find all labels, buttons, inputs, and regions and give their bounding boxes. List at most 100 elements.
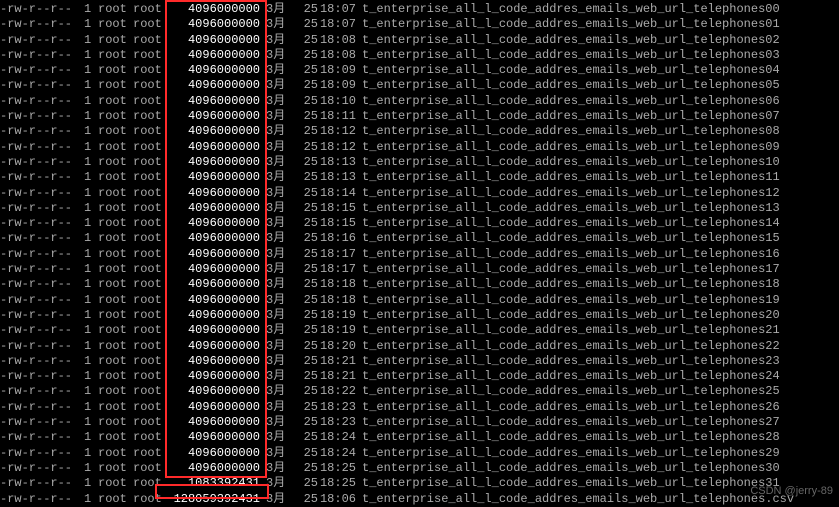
col-filename: t_enterprise_all_l_code_addres_emails_we… xyxy=(362,109,780,124)
col-filename: t_enterprise_all_l_code_addres_emails_we… xyxy=(362,2,780,17)
file-row: -rw-r--r--1rootroot40960000003月2518:17t_… xyxy=(0,247,839,262)
col-size: 1083392431 xyxy=(168,476,266,491)
file-row: -rw-r--r--1rootroot40960000003月2518:08t_… xyxy=(0,48,839,63)
col-permissions: -rw-r--r-- xyxy=(0,446,84,461)
file-row: -rw-r--r--1rootroot40960000003月2518:14t_… xyxy=(0,186,839,201)
col-links: 1 xyxy=(84,17,98,32)
col-links: 1 xyxy=(84,400,98,415)
col-group: root xyxy=(133,17,168,32)
col-owner: root xyxy=(98,2,133,17)
file-row: -rw-r--r--1rootroot40960000003月2518:13t_… xyxy=(0,155,839,170)
col-time: 18:23 xyxy=(318,415,362,430)
col-links: 1 xyxy=(84,140,98,155)
col-size: 4096000000 xyxy=(168,461,266,476)
col-time: 18:21 xyxy=(318,369,362,384)
col-permissions: -rw-r--r-- xyxy=(0,308,84,323)
col-month: 3月 xyxy=(266,323,292,338)
col-group: root xyxy=(133,201,168,216)
col-links: 1 xyxy=(84,354,98,369)
col-day: 25 xyxy=(292,461,318,476)
col-filename: t_enterprise_all_l_code_addres_emails_we… xyxy=(362,415,780,430)
col-month: 3月 xyxy=(266,17,292,32)
col-size: 4096000000 xyxy=(168,339,266,354)
col-month: 3月 xyxy=(266,430,292,445)
col-links: 1 xyxy=(84,124,98,139)
col-day: 25 xyxy=(292,2,318,17)
col-size: 4096000000 xyxy=(168,216,266,231)
col-links: 1 xyxy=(84,323,98,338)
col-time: 18:25 xyxy=(318,476,362,491)
col-permissions: -rw-r--r-- xyxy=(0,247,84,262)
col-time: 18:15 xyxy=(318,201,362,216)
col-month: 3月 xyxy=(266,400,292,415)
col-owner: root xyxy=(98,384,133,399)
col-time: 18:15 xyxy=(318,216,362,231)
col-day: 25 xyxy=(292,124,318,139)
col-day: 25 xyxy=(292,33,318,48)
col-group: root xyxy=(133,216,168,231)
file-row: -rw-r--r--1rootroot40960000003月2518:15t_… xyxy=(0,201,839,216)
col-filename: t_enterprise_all_l_code_addres_emails_we… xyxy=(362,293,780,308)
col-size: 4096000000 xyxy=(168,2,266,17)
col-owner: root xyxy=(98,17,133,32)
col-links: 1 xyxy=(84,109,98,124)
col-filename: t_enterprise_all_l_code_addres_emails_we… xyxy=(362,262,780,277)
col-owner: root xyxy=(98,369,133,384)
col-month: 3月 xyxy=(266,94,292,109)
col-month: 3月 xyxy=(266,231,292,246)
col-filename: t_enterprise_all_l_code_addres_emails_we… xyxy=(362,247,780,262)
col-size: 4096000000 xyxy=(168,430,266,445)
col-group: root xyxy=(133,186,168,201)
file-row: -rw-r--r--1rootroot40960000003月2518:08t_… xyxy=(0,33,839,48)
col-size: 4096000000 xyxy=(168,262,266,277)
col-permissions: -rw-r--r-- xyxy=(0,140,84,155)
col-owner: root xyxy=(98,400,133,415)
col-filename: t_enterprise_all_l_code_addres_emails_we… xyxy=(362,33,780,48)
file-row: -rw-r--r--1rootroot40960000003月2518:07t_… xyxy=(0,2,839,17)
col-links: 1 xyxy=(84,430,98,445)
col-links: 1 xyxy=(84,63,98,78)
col-month: 3月 xyxy=(266,277,292,292)
col-owner: root xyxy=(98,78,133,93)
col-day: 25 xyxy=(292,415,318,430)
col-permissions: -rw-r--r-- xyxy=(0,155,84,170)
col-size: 4096000000 xyxy=(168,293,266,308)
col-month: 3月 xyxy=(266,78,292,93)
file-row: -rw-r--r--1rootroot40960000003月2518:10t_… xyxy=(0,94,839,109)
col-permissions: -rw-r--r-- xyxy=(0,354,84,369)
col-day: 25 xyxy=(292,186,318,201)
col-size: 4096000000 xyxy=(168,308,266,323)
col-permissions: -rw-r--r-- xyxy=(0,384,84,399)
col-month: 3月 xyxy=(266,216,292,231)
col-size: 4096000000 xyxy=(168,415,266,430)
col-group: root xyxy=(133,277,168,292)
col-size: 4096000000 xyxy=(168,109,266,124)
col-owner: root xyxy=(98,492,133,507)
file-row: -rw-r--r--1rootroot40960000003月2518:12t_… xyxy=(0,140,839,155)
col-permissions: -rw-r--r-- xyxy=(0,262,84,277)
col-filename: t_enterprise_all_l_code_addres_emails_we… xyxy=(362,94,780,109)
col-time: 18:24 xyxy=(318,446,362,461)
col-day: 25 xyxy=(292,201,318,216)
col-time: 18:17 xyxy=(318,247,362,262)
col-filename: t_enterprise_all_l_code_addres_emails_we… xyxy=(362,476,780,491)
col-time: 18:07 xyxy=(318,17,362,32)
col-links: 1 xyxy=(84,2,98,17)
col-links: 1 xyxy=(84,33,98,48)
col-size: 4096000000 xyxy=(168,140,266,155)
col-month: 3月 xyxy=(266,369,292,384)
col-month: 3月 xyxy=(266,308,292,323)
col-permissions: -rw-r--r-- xyxy=(0,109,84,124)
col-owner: root xyxy=(98,323,133,338)
col-time: 18:14 xyxy=(318,186,362,201)
col-group: root xyxy=(133,155,168,170)
file-row: -rw-r--r--1rootroot10833924313月2518:25t_… xyxy=(0,476,839,491)
col-links: 1 xyxy=(84,48,98,63)
col-links: 1 xyxy=(84,186,98,201)
col-group: root xyxy=(133,323,168,338)
col-group: root xyxy=(133,140,168,155)
col-size: 4096000000 xyxy=(168,400,266,415)
col-month: 3月 xyxy=(266,140,292,155)
col-day: 25 xyxy=(292,231,318,246)
col-owner: root xyxy=(98,33,133,48)
